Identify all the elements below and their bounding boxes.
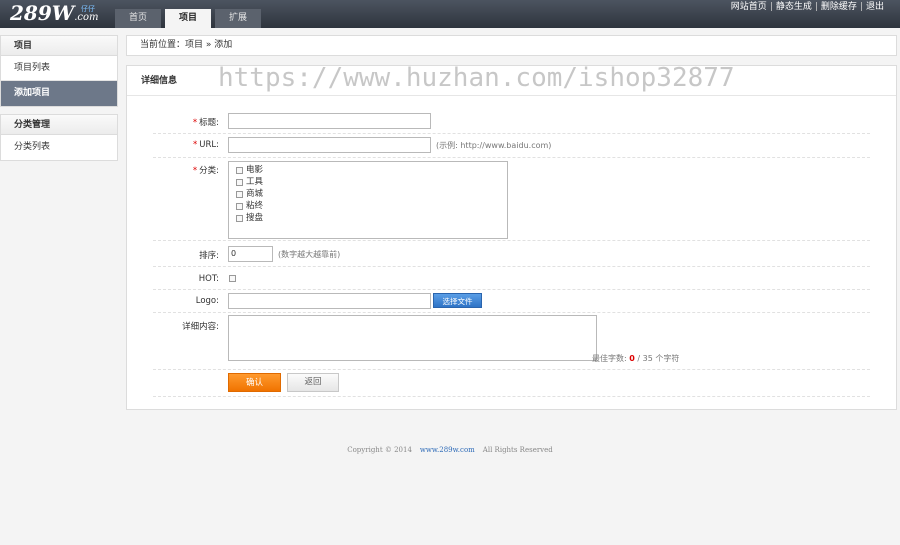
sidebar-item-add-project[interactable]: 添加项目 [1,81,117,106]
content-label: 详细内容: [182,322,219,332]
submit-button[interactable]: 确认 [228,373,281,392]
logo-label: Logo: [195,296,219,306]
sort-label: 排序: [199,251,219,261]
title-input[interactable] [228,113,431,129]
url-input[interactable] [228,137,431,153]
checkbox[interactable] [236,202,243,210]
tab-extensions[interactable]: 扩展 [215,9,261,28]
category-option[interactable]: 电影 [236,164,507,176]
logo-file-input[interactable] [228,293,431,309]
logo-tag: 仔仔 [81,5,95,13]
sort-hint: (数字越大越靠前) [278,250,341,259]
category-list: 电影 工具 商城 粘终 搜盘 [228,161,508,239]
footer-site-link[interactable]: www.289w.com [420,446,475,454]
link-static-generate[interactable]: 静态生成 [776,2,812,12]
char-count-hint: 最佳字数: 0 / 35 个字符 [592,354,680,363]
sidebar-group-categories: 分类管理 分类列表 [0,114,118,161]
sidebar-item-category-list[interactable]: 分类列表 [1,135,117,160]
char-count: 0 [629,354,635,363]
tab-home[interactable]: 首页 [115,9,161,28]
checkbox[interactable] [236,166,243,174]
content-textarea[interactable] [228,315,597,361]
top-bar: 289W.com 仔仔 首页 项目 扩展 网站首页 | 静态生成 | 删除缓存 | 退出 [0,0,900,28]
checkbox[interactable] [236,178,243,186]
breadcrumb: 当前位置：项目 » 添加 [126,35,897,56]
logo[interactable]: 289W.com 仔仔 [10,1,99,25]
link-logout[interactable]: 退出 [866,2,884,12]
form-row-url: * URL: (示例: http://www.baidu.com) [153,134,870,158]
main-tabs: 首页 项目 扩展 [115,9,265,28]
choose-file-button[interactable]: 选择文件 [433,293,482,308]
category-option[interactable]: 商城 [236,188,507,200]
title-label: * 标题: [192,118,219,128]
footer: Copyright © 2014 www.289w.com All Rights R… [0,446,900,454]
sort-input[interactable]: 0 [228,246,273,262]
sidebar: 项目 项目列表 添加项目 分类管理 分类列表 [0,35,118,168]
link-clear-cache[interactable]: 删除缓存 [821,2,857,12]
checkbox[interactable] [236,190,243,198]
url-hint: (示例: http://www.baidu.com) [436,141,552,150]
hot-checkbox[interactable] [229,275,236,282]
form-row-content: 详细内容: 最佳字数: 0 / 35 个字符 [153,315,870,370]
top-links: 网站首页 | 静态生成 | 删除缓存 | 退出 [730,2,884,12]
checkbox[interactable] [236,214,243,222]
logo-main: 289W [10,1,75,25]
sidebar-group-title: 项目 [1,36,117,56]
category-option[interactable]: 搜盘 [236,212,507,224]
form-row-sort: 排序: 0 (数字越大越靠前) [153,242,870,267]
link-site-home[interactable]: 网站首页 [731,2,767,12]
form-row-category: * 分类: 电影 工具 商城 粘终 搜盘 [153,159,870,241]
category-label: * 分类: [192,166,219,176]
url-label: * URL: [193,140,219,150]
form-row-logo: Logo: 选择文件 [153,290,870,313]
form-row-title: * 标题: [153,111,870,134]
category-option[interactable]: 工具 [236,176,507,188]
sidebar-group-title: 分类管理 [1,115,117,135]
watermark: https://www.huzhan.com/ishop32877 [218,63,735,93]
hot-label: HOT: [198,274,219,284]
footer-copyright: Copyright © 2014 [347,446,412,454]
form-row-hot: HOT: [153,267,870,290]
footer-rights: All Rights Reserved [482,446,553,454]
sidebar-item-project-list[interactable]: 项目列表 [1,56,117,81]
sidebar-group-projects: 项目 项目列表 添加项目 [0,35,118,107]
category-option[interactable]: 粘终 [236,200,507,212]
tab-projects[interactable]: 项目 [165,9,211,28]
back-button[interactable]: 返回 [287,373,339,392]
